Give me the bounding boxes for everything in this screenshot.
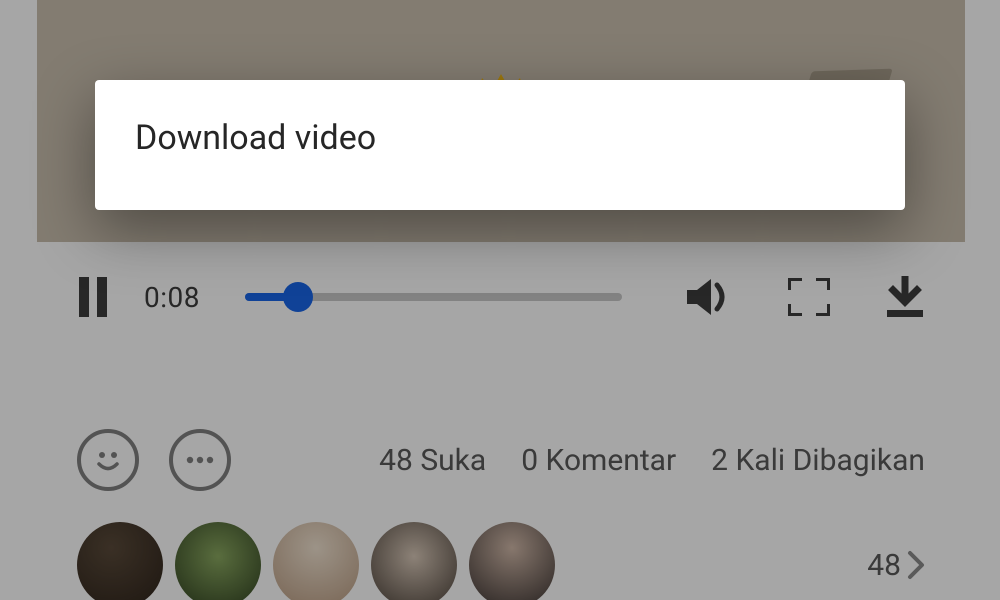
context-menu: Download video bbox=[95, 80, 905, 210]
download-video-option[interactable]: Download video bbox=[135, 118, 865, 158]
